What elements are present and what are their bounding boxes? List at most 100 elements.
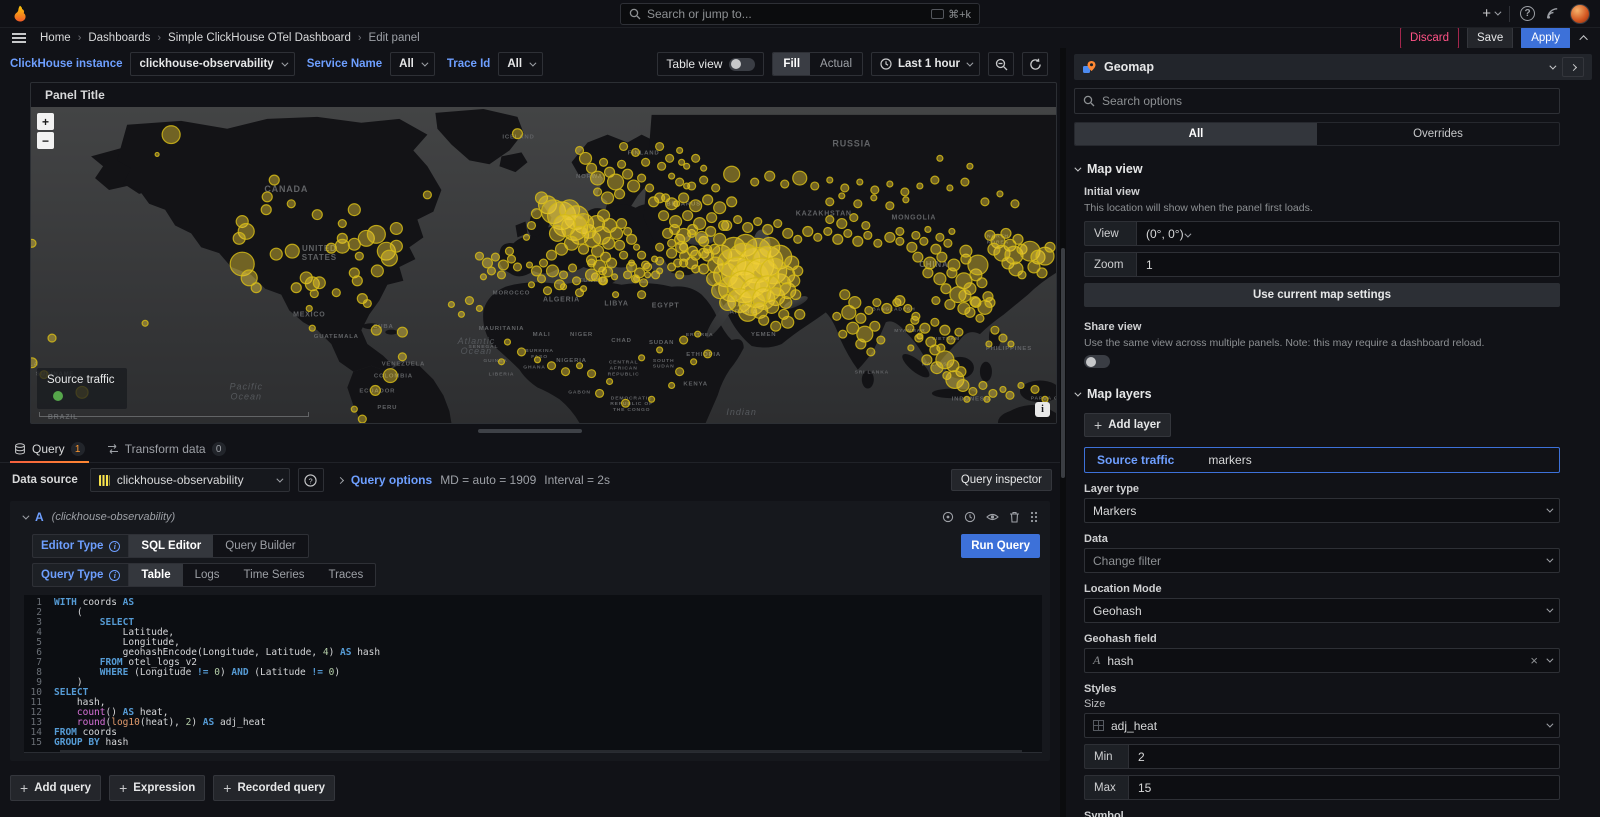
map-marker[interactable] (656, 143, 664, 151)
map-marker[interactable] (864, 231, 872, 239)
map-marker[interactable] (871, 186, 879, 194)
map-marker[interactable] (383, 369, 397, 383)
run-query-button[interactable]: Run Query (961, 534, 1040, 558)
map-marker[interactable] (561, 284, 567, 290)
scrollbar-thumb[interactable] (1061, 248, 1065, 478)
map-marker[interactable] (312, 210, 322, 220)
map-marker[interactable] (967, 163, 973, 169)
map-marker[interactable] (638, 251, 646, 259)
map-marker[interactable] (763, 225, 773, 235)
map-marker[interactable] (596, 389, 604, 397)
map-marker[interactable] (904, 305, 912, 313)
breadcrumb-dashboards[interactable]: Dashboards (88, 32, 150, 44)
map-marker[interactable] (774, 220, 782, 228)
map-marker[interactable] (669, 173, 675, 179)
map-marker[interactable] (550, 226, 566, 242)
map-marker[interactable] (827, 177, 833, 183)
map-marker[interactable] (991, 326, 999, 334)
map-marker[interactable] (692, 154, 700, 162)
map-marker[interactable] (793, 266, 803, 276)
map-marker[interactable] (666, 154, 674, 162)
code-horizontal-scrollbar[interactable] (60, 750, 1022, 752)
map-marker[interactable] (607, 258, 617, 268)
map-marker[interactable] (854, 200, 862, 208)
map-marker[interactable] (788, 275, 800, 287)
map-marker[interactable] (580, 152, 592, 164)
map-marker[interactable] (591, 171, 605, 185)
map-marker[interactable] (523, 234, 529, 240)
map-marker[interactable] (870, 321, 880, 331)
fill-option[interactable]: Fill (773, 53, 810, 75)
search-input[interactable] (647, 7, 925, 21)
map-marker[interactable] (544, 287, 552, 295)
map-marker[interactable] (656, 257, 664, 265)
map-marker[interactable] (759, 315, 769, 325)
map-marker[interactable] (649, 396, 655, 402)
map-marker[interactable] (947, 185, 953, 191)
map-marker[interactable] (611, 227, 623, 239)
map-marker[interactable] (632, 148, 640, 156)
query-type-timeseries[interactable]: Time Series (232, 564, 317, 586)
map-marker[interactable] (623, 169, 633, 179)
map-marker[interactable] (458, 311, 464, 317)
map-marker[interactable] (862, 222, 870, 230)
map-marker[interactable] (1008, 341, 1014, 347)
map-marker[interactable] (803, 226, 813, 236)
map-marker[interactable] (937, 155, 943, 161)
map-marker[interactable] (547, 250, 557, 260)
map-marker[interactable] (335, 239, 349, 253)
share-view-toggle[interactable] (1084, 355, 1110, 368)
map-marker[interactable] (989, 389, 997, 397)
map-marker[interactable] (824, 227, 832, 235)
map-marker[interactable] (837, 219, 847, 229)
map-marker[interactable] (620, 143, 628, 151)
map-marker[interactable] (657, 347, 663, 353)
map-marker[interactable] (932, 297, 940, 305)
map-marker[interactable] (531, 266, 541, 276)
map-marker[interactable] (269, 175, 279, 185)
variable-value-dropdown[interactable]: clickhouse-observability (130, 52, 294, 76)
map-marker[interactable] (1018, 271, 1026, 279)
layer-type-select[interactable]: Markers (1084, 498, 1560, 523)
map-marker[interactable] (857, 179, 863, 185)
map-marker[interactable] (931, 318, 939, 326)
map-marker[interactable] (262, 192, 272, 202)
map-marker[interactable] (865, 306, 873, 314)
map-marker[interactable] (291, 283, 301, 293)
map-marker[interactable] (1031, 385, 1039, 393)
map-marker[interactable] (826, 216, 834, 224)
map-marker[interactable] (497, 271, 505, 279)
map-zoom-in-button[interactable]: + (37, 113, 54, 130)
map-marker[interactable] (1045, 242, 1055, 252)
map-marker[interactable] (622, 399, 630, 407)
map-marker[interactable] (498, 359, 504, 365)
editor-type-sql[interactable]: SQL Editor (129, 535, 213, 557)
map-marker[interactable] (577, 363, 583, 369)
discard-button[interactable]: Discard (1400, 27, 1459, 49)
map-marker[interactable] (923, 268, 933, 278)
map-marker[interactable] (155, 152, 159, 156)
map-marker[interactable] (381, 250, 397, 266)
data-filter-select[interactable]: Change filter (1084, 548, 1560, 573)
map-layers-section-header[interactable]: Map layers (1074, 387, 1592, 401)
map-marker[interactable] (612, 274, 618, 280)
code-line[interactable]: 1WITH coords AS (24, 598, 1042, 608)
map-marker[interactable] (397, 327, 407, 337)
map-marker[interactable] (856, 313, 866, 323)
map-marker[interactable] (367, 226, 385, 244)
map-marker[interactable] (512, 129, 522, 139)
map-marker[interactable] (908, 345, 914, 351)
map-marker[interactable] (949, 228, 955, 234)
map-marker[interactable] (1013, 234, 1023, 244)
map-marker[interactable] (734, 216, 742, 224)
map-marker[interactable] (1000, 386, 1006, 392)
clear-icon[interactable]: × (1530, 654, 1538, 667)
map-marker[interactable] (476, 305, 482, 311)
map-marker[interactable] (727, 197, 737, 207)
map-marker[interactable] (667, 248, 677, 258)
min-input[interactable]: 2 (1128, 744, 1560, 769)
map-marker[interactable] (722, 221, 732, 231)
map-marker[interactable] (913, 252, 923, 262)
map-marker[interactable] (640, 279, 648, 287)
map-marker[interactable] (326, 243, 336, 253)
